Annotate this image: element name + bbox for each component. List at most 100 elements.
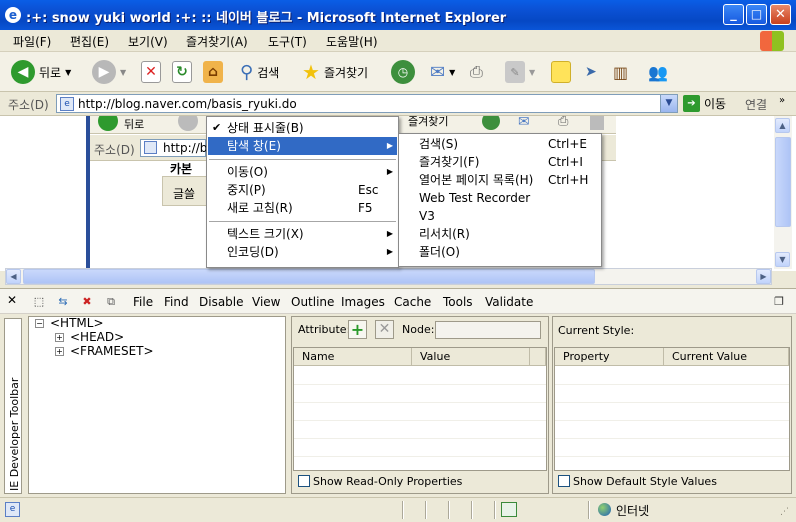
resize-grip-icon[interactable]: ⋰ [780,507,789,517]
column-header-property[interactable]: Property [555,348,664,366]
collapse-icon[interactable]: − [35,319,44,328]
expand-icon[interactable]: + [55,333,64,342]
scroll-up-icon[interactable]: ▲ [775,118,790,133]
clear-icon[interactable]: ✖ [80,295,94,309]
readonly-label: Show Read-Only Properties [313,475,463,488]
links-label[interactable]: 연결 [745,96,767,113]
submenu-item-research[interactable]: 리서치(R) [400,225,600,243]
menu-item-refresh[interactable]: 새로 고침(R) F5 [208,199,397,217]
scroll-left-icon[interactable]: ◀ [6,269,21,284]
vertical-scroll-thumb[interactable] [775,137,791,227]
star-icon: ★ [302,60,320,84]
menu-item-text-size[interactable]: 텍스트 크기(X) ▶ [208,225,397,243]
dev-menu-cache[interactable]: Cache [394,295,431,309]
dev-menu-validate[interactable]: Validate [485,295,533,309]
column-header-current-value[interactable]: Current Value [664,348,789,366]
embedded-back-icon [98,116,118,131]
links-chevron-icon[interactable]: » [779,95,785,106]
source-icon[interactable]: ⧉ [104,295,118,309]
status-separator [425,501,427,519]
readonly-checkbox[interactable]: Show Read-Only Properties [298,475,462,488]
checkbox-box[interactable] [298,475,310,487]
submenu-item-favorites[interactable]: 즐겨찾기(F) Ctrl+I [400,153,600,171]
note-button[interactable] [551,58,571,86]
title-bar[interactable]: e :+: snow yuki world :+: :: 네이버 블로그 - M… [0,0,796,30]
dev-menu-find[interactable]: Find [164,295,189,309]
select-element-button[interactable]: ➤ [585,58,597,86]
menu-item-stop[interactable]: 중지(P) Esc [208,181,397,199]
print-button[interactable]: ⎙ [470,58,483,86]
address-url[interactable]: http://blog.naver.com/basis_ryuki.do [78,97,297,111]
back-button[interactable]: ◀ 뒤로 ▼ [11,58,71,86]
menu-help[interactable]: 도움말(H) [326,33,378,50]
column-header-name[interactable]: Name [294,348,412,366]
horizontal-scroll-thumb[interactable] [23,269,595,284]
submenu-item-folders[interactable]: 폴더(O) [400,243,600,261]
menu-edit[interactable]: 편집(E) [70,33,109,50]
menu-item-status-bar[interactable]: ✔ 상태 표시줄(B) [208,119,397,137]
menu-item-encoding[interactable]: 인코딩(D) ▶ [208,243,397,261]
menu-file[interactable]: 파일(F) [13,33,51,50]
menu-item-go-to[interactable]: 이동(O) ▶ [208,163,397,181]
forward-button[interactable]: ▶ ▼ [92,58,126,86]
scroll-down-icon[interactable]: ▼ [775,252,790,267]
stop-button[interactable]: ✕ [141,58,161,86]
favorites-button[interactable]: ★ 즐겨찾기 [302,58,368,86]
back-arrow-icon: ◀ [11,60,35,84]
dom-tree: − <HTML> + <HEAD> + <FRAMESET> [28,316,286,494]
mail-button[interactable]: ✉ ▼ [430,58,455,86]
minimize-button[interactable]: _ [723,4,744,25]
remove-attribute-icon[interactable]: ✕ [375,320,394,339]
research-button[interactable]: ▥ [613,58,628,86]
menu-item-label: 텍스트 크기(X) [227,227,304,241]
maximize-button[interactable]: □ [746,4,767,25]
menu-tools[interactable]: 도구(T) [268,33,307,50]
column-header-spacer [530,348,546,366]
dev-menu-images[interactable]: Images [341,295,385,309]
refresh-button[interactable]: ↻ [172,58,192,86]
go-button[interactable]: ➔ 이동 [683,95,726,112]
scroll-right-icon[interactable]: ▶ [756,269,771,284]
edit-button[interactable]: ✎ ▼ [505,58,535,86]
search-button[interactable]: ⚲ 검색 [240,58,279,86]
address-input[interactable]: e http://blog.naver.com/basis_ryuki.do ▼ [56,94,678,113]
submenu-item-history[interactable]: 열어본 페이지 목록(H) Ctrl+H [400,171,600,189]
popup-blocker-icon[interactable] [501,502,517,517]
undock-icon[interactable]: ❐ [772,295,786,309]
submenu-item-web-test-recorder[interactable]: Web Test Recorder [400,189,600,207]
checkbox-box[interactable] [558,475,570,487]
submenu-arrow-icon: ▶ [386,167,393,176]
dev-menu-disable[interactable]: Disable [199,295,244,309]
horizontal-scrollbar[interactable]: ◀ ▶ [5,268,772,285]
default-style-checkbox[interactable]: Show Default Style Values [558,475,717,488]
dev-menu-view[interactable]: View [252,295,280,309]
submenu-item-label: 검색(S) [419,137,459,151]
menu-item-label: 이동(O) [227,165,268,179]
vertical-scrollbar[interactable]: ▲ ▼ [774,116,792,269]
menu-favorites[interactable]: 즐겨찾기(A) [186,33,248,50]
history-button[interactable]: ◷ [391,58,415,86]
tree-node-frameset[interactable]: + <FRAMESET> [55,344,154,358]
close-button[interactable]: ✕ [770,4,791,25]
home-button[interactable]: ⌂ [203,58,223,86]
books-icon: ▥ [613,62,629,82]
add-attribute-icon[interactable]: + [348,320,367,339]
node-input[interactable] [435,321,541,339]
submenu-item-search[interactable]: 검색(S) Ctrl+E [400,135,600,153]
tree-node-html[interactable]: − <HTML> [35,316,104,330]
dev-menu-file[interactable]: File [133,295,153,309]
expand-icon[interactable]: + [55,347,64,356]
submenu-item-v3[interactable]: V3 [400,207,600,225]
ie-logo-icon: e [5,7,21,23]
link-icon[interactable]: ⇆ [56,295,70,309]
close-dev-toolbar-icon[interactable]: ✕ [7,293,17,307]
messenger-button[interactable]: 👥 [648,58,668,86]
menu-item-explorer-bar[interactable]: 탐색 창(E) ▶ [208,137,397,155]
dev-menu-outline[interactable]: Outline [291,295,334,309]
address-dropdown-icon[interactable]: ▼ [660,95,677,112]
column-header-value[interactable]: Value [412,348,530,366]
menu-view[interactable]: 보기(V) [128,33,168,50]
dev-menu-tools[interactable]: Tools [443,295,473,309]
select-element-icon[interactable]: ⬚ [32,295,46,309]
tree-node-head[interactable]: + <HEAD> [55,330,124,344]
